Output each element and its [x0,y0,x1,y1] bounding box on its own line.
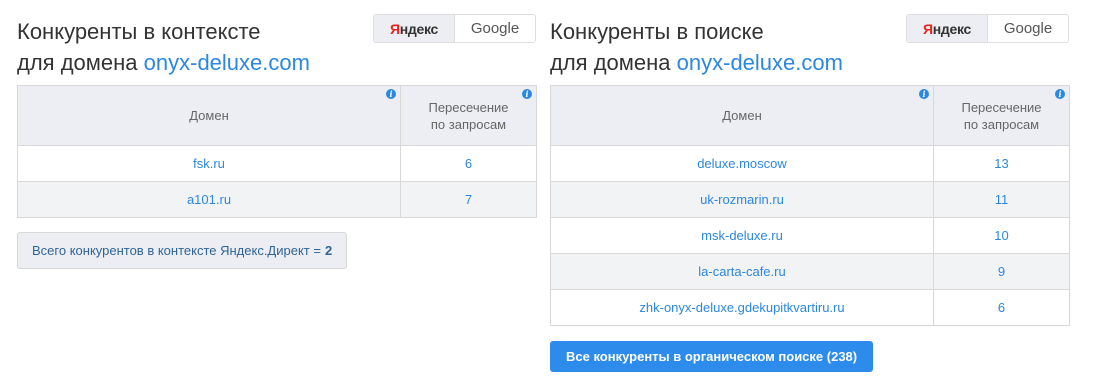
table-row: deluxe.moscow 13 [550,145,1070,182]
domain-link[interactable]: uk-rozmarin.ru [550,181,934,218]
title-line2: для домена onyx-deluxe.com [550,47,843,78]
domain-link[interactable]: la-carta-cafe.ru [550,253,934,290]
column-header-overlap: Пересечение по запросам i [933,85,1070,146]
column-header-label: Пересечение [961,99,1042,115]
info-icon[interactable]: i [522,89,532,99]
google-toggle-button[interactable]: Google [454,15,535,42]
column-header-domain: Домен i [17,85,401,146]
overlap-count-link[interactable]: 6 [933,289,1070,326]
total-label: Всего конкурентов в контексте Яндекс.Дир… [32,243,321,258]
domain-link[interactable]: zhk-onyx-deluxe.gdekupitkvartiru.ru [550,289,934,326]
overlap-count-link[interactable]: 9 [933,253,1070,290]
domain-name: onyx-deluxe.com [143,50,310,75]
domain-link[interactable]: deluxe.moscow [550,145,934,182]
column-header-label: Пересечение [428,99,509,115]
yandex-logo-letter: Я [389,20,400,37]
table-row: a101.ru 7 [17,181,537,218]
search-competitors-table: Домен i Пересечение по запросам i deluxe… [550,85,1070,326]
overlap-count-link[interactable]: 11 [933,181,1070,218]
context-competitors-total: Всего конкурентов в контексте Яндекс.Дир… [17,232,348,269]
title-prefix: для домена [17,50,144,75]
overlap-count-link[interactable]: 7 [400,181,537,218]
table-row: zhk-onyx-deluxe.gdekupitkvartiru.ru 6 [550,289,1070,326]
info-icon[interactable]: i [1055,89,1065,99]
context-competitors-title: Конкуренты в контексте для домена onyx-d… [17,16,310,78]
domain-link[interactable]: msk-deluxe.ru [550,217,934,254]
table-row: la-carta-cafe.ru 9 [550,253,1070,290]
info-icon[interactable]: i [386,89,396,99]
yandex-toggle-button[interactable]: Яндекс [907,15,987,42]
yandex-logo-rest: ндекс [399,20,439,37]
column-header-label: по запросам [963,116,1040,132]
search-engine-toggle: Яндекс Google [906,14,1069,43]
overlap-count-link[interactable]: 10 [933,217,1070,254]
overlap-count-link[interactable]: 13 [933,145,1070,182]
all-organic-competitors-button[interactable]: Все конкуренты в органическом поиске (23… [550,341,874,372]
column-header-domain: Домен i [550,85,934,146]
domain-link[interactable]: fsk.ru [17,145,401,182]
yandex-logo-letter: Я [922,20,933,37]
google-toggle-button[interactable]: Google [987,15,1068,42]
column-header-label: Домен [189,108,229,123]
column-header-label: Домен [722,108,762,123]
info-icon[interactable]: i [919,89,929,99]
table-row: msk-deluxe.ru 10 [550,217,1070,254]
domain-name: onyx-deluxe.com [676,50,843,75]
title-prefix: для домена [550,50,677,75]
title-line1: Конкуренты в поиске [550,19,764,44]
overlap-count-link[interactable]: 6 [400,145,537,182]
table-row: fsk.ru 6 [17,145,537,182]
title-line2: для домена onyx-deluxe.com [17,47,310,78]
total-value: 2 [324,243,333,258]
column-header-overlap: Пересечение по запросам i [400,85,537,146]
table-row: uk-rozmarin.ru 11 [550,181,1070,218]
domain-link[interactable]: a101.ru [17,181,401,218]
title-line1: Конкуренты в контексте [17,19,261,44]
column-header-label: по запросам [430,116,507,132]
search-competitors-title: Конкуренты в поиске для домена onyx-delu… [550,16,843,78]
context-competitors-table: Домен i Пересечение по запросам i fsk.ru… [17,85,537,218]
yandex-toggle-button[interactable]: Яндекс [374,15,454,42]
yandex-logo-rest: ндекс [932,20,972,37]
search-engine-toggle: Яндекс Google [373,14,536,43]
